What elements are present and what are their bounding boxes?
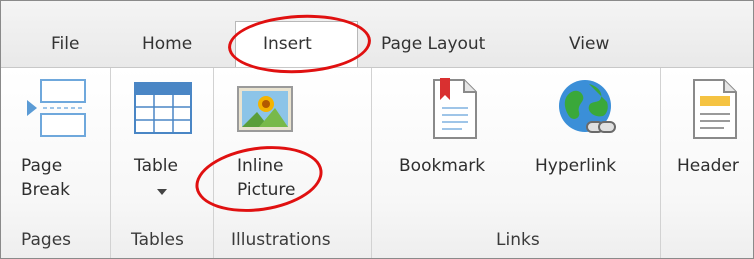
- hyperlink-icon: [559, 80, 616, 133]
- picture-icon: [237, 86, 293, 132]
- header-icon: [693, 79, 737, 139]
- tab-home[interactable]: Home: [142, 34, 192, 54]
- tab-page-layout[interactable]: Page Layout: [381, 34, 485, 54]
- table-icon: [134, 82, 192, 134]
- table-label: Table: [134, 156, 178, 176]
- page-break-label-line1: Page: [21, 156, 63, 176]
- group-label-tables: Tables: [131, 230, 184, 250]
- bookmark-icon: [433, 78, 477, 139]
- tab-file[interactable]: File: [51, 34, 79, 54]
- group-separator: [110, 68, 111, 258]
- ribbon-panel: Page Break Pages Table Tables Inline Pic…: [1, 67, 753, 258]
- bookmark-label: Bookmark: [399, 156, 486, 176]
- group-separator: [371, 68, 372, 258]
- group-separator: [660, 68, 661, 258]
- ribbon-window: File Home Insert Page Layout View Page B…: [0, 0, 754, 259]
- group-label-pages: Pages: [21, 230, 72, 250]
- header-label: Header: [677, 156, 739, 176]
- group-label-illustrations: Illustrations: [231, 230, 331, 250]
- chevron-down-icon: [157, 189, 167, 195]
- hyperlink-label: Hyperlink: [535, 156, 617, 176]
- page-break-label-line2: Break: [21, 180, 70, 200]
- page-break-icon: [27, 79, 86, 137]
- group-label-links: Links: [496, 230, 540, 250]
- tab-view[interactable]: View: [569, 34, 609, 54]
- ribbon-tab-bar: File Home Insert Page Layout View: [1, 1, 753, 68]
